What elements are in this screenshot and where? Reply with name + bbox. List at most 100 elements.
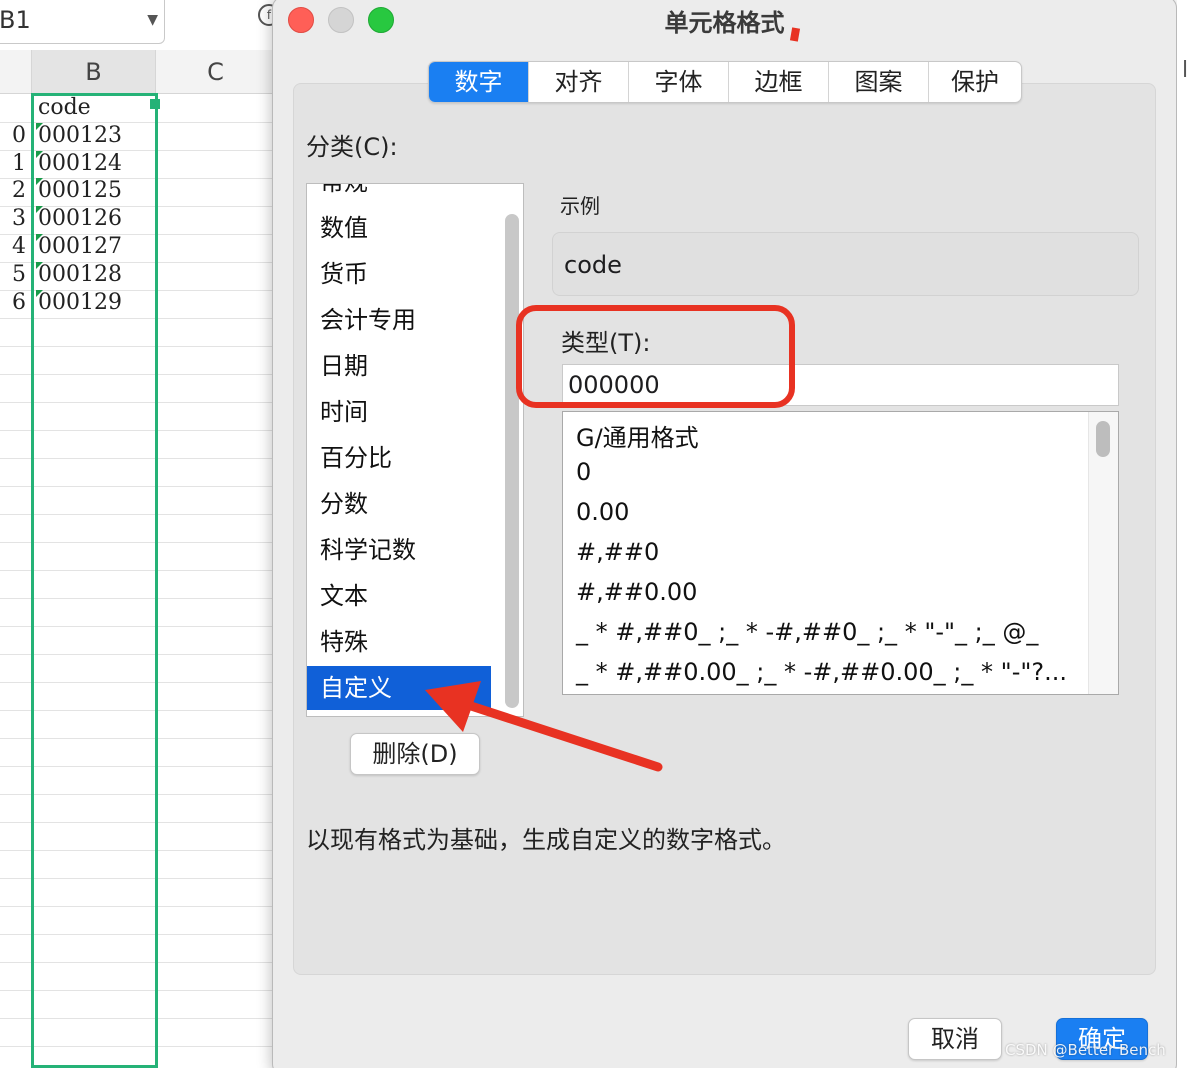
format-item[interactable]: 0 bbox=[576, 458, 591, 486]
grid-line bbox=[0, 766, 276, 767]
sample-label: 示例 bbox=[560, 194, 600, 218]
type-label: 类型(T): bbox=[561, 329, 651, 357]
dialog-title: 单元格格式 bbox=[664, 9, 785, 37]
grid-line bbox=[0, 850, 276, 851]
format-item[interactable]: G/通用格式 bbox=[576, 418, 699, 453]
grid-line bbox=[0, 990, 276, 991]
grid-line bbox=[0, 794, 276, 795]
row-label: 3 bbox=[12, 206, 26, 231]
table-cell[interactable]: 000123 bbox=[38, 122, 122, 150]
cancel-button[interactable]: 取消 bbox=[908, 1018, 1002, 1060]
table-cell[interactable]: code bbox=[38, 94, 91, 122]
table-cell[interactable]: 000126 bbox=[38, 205, 122, 233]
grid-line bbox=[0, 430, 276, 431]
grid-line bbox=[0, 402, 276, 403]
tab-font[interactable]: 字体 bbox=[629, 62, 729, 102]
delete-button[interactable]: 删除(D) bbox=[350, 733, 480, 775]
tab-protection[interactable]: 保护 bbox=[929, 62, 1021, 102]
category-item[interactable]: 自定义 bbox=[307, 666, 491, 710]
name-box-value: B1 bbox=[0, 6, 31, 34]
tab-pattern[interactable]: 图案 bbox=[829, 62, 929, 102]
corner-header[interactable] bbox=[0, 50, 32, 94]
grid-line bbox=[0, 1046, 276, 1047]
grid-line bbox=[0, 682, 276, 683]
format-cells-dialog: 单元格格式 数字 对齐 字体 边框 图案 保护 分类(C): 常规数值货币会计专… bbox=[272, 0, 1177, 1068]
tab-number[interactable]: 数字 bbox=[429, 62, 529, 102]
category-item[interactable]: 科学记数 bbox=[307, 528, 491, 572]
text-number-indicator-icon bbox=[36, 123, 43, 130]
category-item[interactable]: 时间 bbox=[307, 390, 491, 434]
grid-line bbox=[0, 710, 276, 711]
category-item[interactable]: 日期 bbox=[307, 344, 491, 388]
grid-line bbox=[0, 514, 276, 515]
row-label: 4 bbox=[12, 234, 26, 259]
grid-line bbox=[0, 570, 276, 571]
grid-line bbox=[0, 962, 276, 963]
text-number-indicator-icon bbox=[36, 178, 43, 185]
grid-line bbox=[0, 822, 276, 823]
chevron-down-icon[interactable]: ▼ bbox=[147, 0, 158, 45]
format-list[interactable]: G/通用格式 0 0.00 #,##0 #,##0.00 _ * #,##0_ ;_ * … bbox=[562, 411, 1119, 695]
format-item[interactable]: 0.00 bbox=[576, 498, 629, 526]
annotation-mark bbox=[789, 27, 801, 42]
row-label: 1 bbox=[12, 151, 26, 176]
table-cell[interactable]: 000124 bbox=[38, 150, 122, 178]
category-item[interactable]: 常规 bbox=[307, 184, 491, 204]
sample-preview: code bbox=[552, 232, 1139, 296]
category-item[interactable]: 分数 bbox=[307, 482, 491, 526]
grid-line bbox=[0, 486, 276, 487]
category-item[interactable]: 货币 bbox=[307, 252, 491, 296]
grid-line bbox=[0, 598, 276, 599]
category-scrollbar[interactable] bbox=[505, 214, 519, 708]
row-label: 5 bbox=[12, 262, 26, 287]
grid-column-line bbox=[156, 94, 157, 1068]
category-item[interactable]: 百分比 bbox=[307, 436, 491, 480]
table-cell[interactable]: 000129 bbox=[38, 289, 122, 317]
grid-line bbox=[0, 878, 276, 879]
grid-line bbox=[0, 542, 276, 543]
grid-line bbox=[0, 1018, 276, 1019]
grid-line bbox=[0, 374, 276, 375]
format-item[interactable]: #,##0.00 bbox=[576, 578, 697, 606]
grid-line bbox=[0, 906, 276, 907]
fill-handle[interactable] bbox=[150, 99, 160, 109]
grid-column-line bbox=[32, 94, 33, 1068]
text-number-indicator-icon bbox=[36, 206, 43, 213]
category-item[interactable]: 数值 bbox=[307, 206, 491, 250]
text-number-indicator-icon bbox=[36, 234, 43, 241]
grid-line bbox=[0, 738, 276, 739]
column-header-c[interactable]: C bbox=[156, 50, 276, 94]
table-cell[interactable]: 000128 bbox=[38, 261, 122, 289]
format-scrollbar[interactable] bbox=[1096, 421, 1110, 457]
grid-line bbox=[0, 654, 276, 655]
text-number-indicator-icon bbox=[36, 151, 43, 158]
column-header-b[interactable]: B bbox=[32, 50, 156, 94]
format-item[interactable]: _ * #,##0_ ;_ * -#,##0_ ;_ * "-"_ ;_ @_ bbox=[576, 618, 1038, 646]
format-item[interactable]: #,##0 bbox=[576, 538, 659, 566]
type-input[interactable]: 000000 bbox=[562, 364, 1119, 406]
category-item[interactable]: 特殊 bbox=[307, 620, 491, 664]
tab-alignment[interactable]: 对齐 bbox=[529, 62, 629, 102]
category-item[interactable]: 文本 bbox=[307, 574, 491, 618]
text-number-indicator-icon bbox=[36, 290, 43, 297]
table-cell[interactable]: 000127 bbox=[38, 233, 122, 261]
background-window-edge bbox=[1177, 0, 1188, 1068]
tab-bar: 数字 对齐 字体 边框 图案 保护 bbox=[428, 61, 1022, 103]
format-scroll-track[interactable] bbox=[1088, 412, 1118, 694]
format-item[interactable]: _ * #,##0.00_ ;_ * -#,##0.00_ ;_ * "-"?.… bbox=[576, 658, 1067, 686]
title-bar: 单元格格式 bbox=[273, 0, 1176, 47]
name-box[interactable]: B1 ▼ bbox=[0, 0, 165, 44]
row-label: 6 bbox=[12, 290, 26, 315]
row-label: 2 bbox=[12, 178, 26, 203]
text-number-indicator-icon bbox=[36, 262, 43, 269]
category-label: 分类(C): bbox=[306, 133, 398, 161]
category-item[interactable]: 会计专用 bbox=[307, 298, 491, 342]
grid-line bbox=[0, 318, 276, 319]
category-list[interactable]: 常规数值货币会计专用日期时间百分比分数科学记数文本特殊自定义 bbox=[306, 183, 524, 717]
grid-line bbox=[0, 458, 276, 459]
row-label: 0 bbox=[12, 123, 26, 148]
table-cell[interactable]: 000125 bbox=[38, 177, 122, 205]
grid-line bbox=[0, 346, 276, 347]
tab-border[interactable]: 边框 bbox=[729, 62, 829, 102]
background-window-glyph: l bbox=[1182, 58, 1188, 83]
